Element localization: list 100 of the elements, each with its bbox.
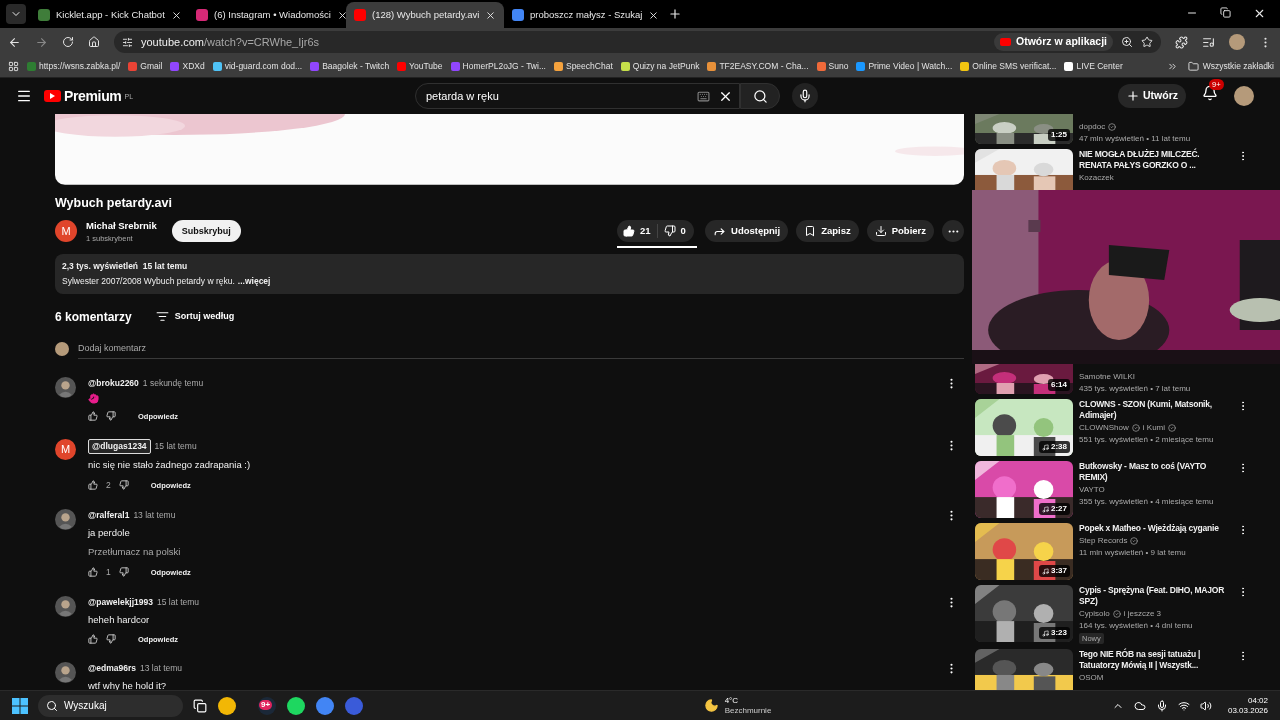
- like-icon[interactable]: [88, 480, 98, 491]
- close-icon[interactable]: [1253, 7, 1266, 20]
- back-icon[interactable]: [8, 35, 21, 49]
- video-title[interactable]: Popek x Matheo - Wjeżdżają cyganie: [1079, 523, 1231, 534]
- task-view-icon[interactable]: [193, 698, 207, 713]
- app-icon[interactable]: [345, 696, 363, 715]
- share-button[interactable]: Udostępnij: [705, 220, 789, 243]
- bookmark[interactable]: SpeechChat: [553, 60, 613, 73]
- more-actions-button[interactable]: [942, 220, 964, 243]
- dislike-icon[interactable]: [118, 480, 129, 491]
- close-icon[interactable]: [648, 9, 660, 21]
- bookmark[interactable]: TF2EASY.COM - Cha...: [707, 60, 809, 73]
- video-title[interactable]: Tego NIE RÓB na sesji tatuażu | Tatuatorzy Mówią II | Wszystk...: [1079, 649, 1231, 672]
- channel-name[interactable]: CLOWNShow: [1079, 423, 1129, 433]
- channel-name[interactable]: Cypisolo: [1079, 609, 1110, 619]
- bookmark[interactable]: Baagolek - Twitch: [310, 60, 390, 73]
- dislike-button[interactable]: 0: [657, 224, 694, 239]
- channel-name[interactable]: Michał Srebrnik: [86, 218, 157, 233]
- avatar[interactable]: [55, 662, 76, 683]
- bookmark[interactable]: YouTube: [397, 60, 443, 73]
- bookmark[interactable]: Online SMS verificat...: [960, 60, 1057, 73]
- bookmark[interactable]: Quizy na JetPunk: [620, 60, 700, 73]
- like-icon[interactable]: [88, 567, 98, 578]
- channel-name[interactable]: Step Records: [1079, 536, 1128, 546]
- wifi-icon[interactable]: [1177, 699, 1190, 712]
- comment-time[interactable]: 15 lat temu: [154, 440, 197, 453]
- close-icon[interactable]: [336, 9, 348, 21]
- clock-time[interactable]: 04:02: [1248, 695, 1268, 706]
- browser-tab[interactable]: (128) Wybuch petardy.avi: [346, 2, 504, 28]
- taskbar-search[interactable]: Wyszukaj: [38, 694, 183, 717]
- like-button[interactable]: 21: [617, 224, 658, 239]
- channel-name[interactable]: Kozaczek: [1079, 173, 1114, 183]
- bookmark[interactable]: vid-guard.com dod...: [212, 60, 303, 73]
- new-tab-icon[interactable]: [668, 7, 682, 21]
- bookmark[interactable]: https://wsns.zabka.pl/: [27, 60, 121, 73]
- notifications-icon[interactable]: [1202, 85, 1218, 101]
- sort-button[interactable]: Sortuj według: [155, 309, 235, 324]
- star-icon[interactable]: [1141, 36, 1153, 48]
- zoom-icon[interactable]: [1121, 36, 1133, 48]
- video-title[interactable]: CLOWNS - SZON (Kumi, Matsonik, Adimajer): [1079, 399, 1231, 421]
- avatar[interactable]: M: [55, 439, 76, 460]
- spotify-icon[interactable]: [287, 696, 305, 715]
- subscribe-button[interactable]: Subskrybuj: [171, 220, 241, 243]
- translate-link[interactable]: Przetłumacz na polski: [88, 544, 191, 559]
- open-in-app-button[interactable]: Otwórz w aplikacji: [993, 33, 1113, 51]
- dislike-icon[interactable]: [118, 567, 129, 578]
- volume-icon[interactable]: [1199, 699, 1212, 712]
- comment-time[interactable]: 1 sekundę temu: [142, 377, 204, 390]
- like-icon[interactable]: [88, 634, 98, 645]
- channel-name[interactable]: OSOM: [1079, 673, 1104, 684]
- comment-author[interactable]: @ralferal1: [88, 508, 130, 522]
- bookmark[interactable]: Prime Video | Watch...: [856, 60, 953, 73]
- like-icon[interactable]: [88, 411, 98, 422]
- channel-name[interactable]: dopdoc: [1079, 122, 1106, 132]
- all-bookmarks-button[interactable]: Wszystkie zakładki: [1187, 60, 1274, 73]
- bookmark[interactable]: LIVE Center: [1064, 60, 1123, 73]
- comment-author[interactable]: @edma96rs: [88, 662, 136, 675]
- avatar[interactable]: [55, 508, 76, 530]
- comment-time[interactable]: 13 lat temu: [133, 508, 176, 522]
- site-info-icon[interactable]: [122, 36, 133, 48]
- voice-search-button[interactable]: [792, 83, 818, 109]
- close-icon[interactable]: [170, 9, 182, 21]
- comment-author[interactable]: @broku2260: [88, 377, 139, 390]
- channel-name[interactable]: i jeszcze 3: [1123, 609, 1162, 619]
- more-link[interactable]: ...więcej: [237, 274, 271, 288]
- start-icon[interactable]: [12, 697, 28, 714]
- video-title[interactable]: NIE MOGŁA DŁUŻEJ MILCZEĆ. RENATA PAŁYS GORZKO O ...: [1079, 149, 1231, 171]
- extensions-icon[interactable]: [1175, 35, 1188, 49]
- cloud-icon[interactable]: [1133, 699, 1146, 712]
- comment-author[interactable]: @pawelekjj1993: [88, 595, 153, 609]
- comment-time[interactable]: 13 lat temu: [140, 662, 183, 675]
- file-explorer-icon[interactable]: [218, 696, 236, 715]
- channel-name[interactable]: VAYTO: [1079, 485, 1105, 495]
- close-icon[interactable]: [485, 9, 497, 21]
- avatar[interactable]: [55, 377, 76, 398]
- clock-date[interactable]: 03.03.2026: [1227, 705, 1268, 716]
- bookmark[interactable]: XDXd: [170, 60, 205, 73]
- home-icon[interactable]: [88, 36, 100, 48]
- comment-author[interactable]: @dlugas1234: [88, 439, 151, 454]
- restore-icon[interactable]: [1220, 7, 1231, 20]
- video-title[interactable]: Butkowsky - Masz to coś (VAYTO REMIX): [1079, 461, 1231, 483]
- channel-name[interactable]: i Kumi: [1142, 423, 1166, 433]
- bookmark[interactable]: HomerPL2oJG - Twi...: [450, 60, 546, 73]
- description-panel[interactable]: 2,3 tys. wyświetleń 15 lat temu Sylwester 2007/2008 Wybuch petardy w ręku. ...więcej: [55, 254, 964, 294]
- channel-avatar[interactable]: M: [55, 220, 77, 243]
- save-button[interactable]: Zapisz: [796, 220, 859, 243]
- reload-icon[interactable]: [62, 36, 74, 48]
- menu-icon[interactable]: [16, 88, 32, 104]
- bookmark[interactable]: Gmail: [128, 60, 163, 73]
- dislike-icon[interactable]: [106, 634, 116, 645]
- keyboard-icon[interactable]: [697, 89, 710, 103]
- comment-time[interactable]: 15 lat temu: [157, 595, 200, 609]
- channel-name[interactable]: Samotne WILKI: [1079, 372, 1136, 382]
- avatar[interactable]: [55, 595, 76, 617]
- video-title[interactable]: Cypis - Sprężyna (Feat. DIHO, MAJOR SPZ): [1079, 585, 1231, 607]
- apps-icon[interactable]: [8, 61, 19, 72]
- search-button[interactable]: [740, 83, 780, 109]
- comment-field[interactable]: Dodaj komentarz: [78, 338, 964, 359]
- download-button[interactable]: Pobierz: [866, 220, 934, 243]
- chrome-icon[interactable]: [316, 696, 334, 715]
